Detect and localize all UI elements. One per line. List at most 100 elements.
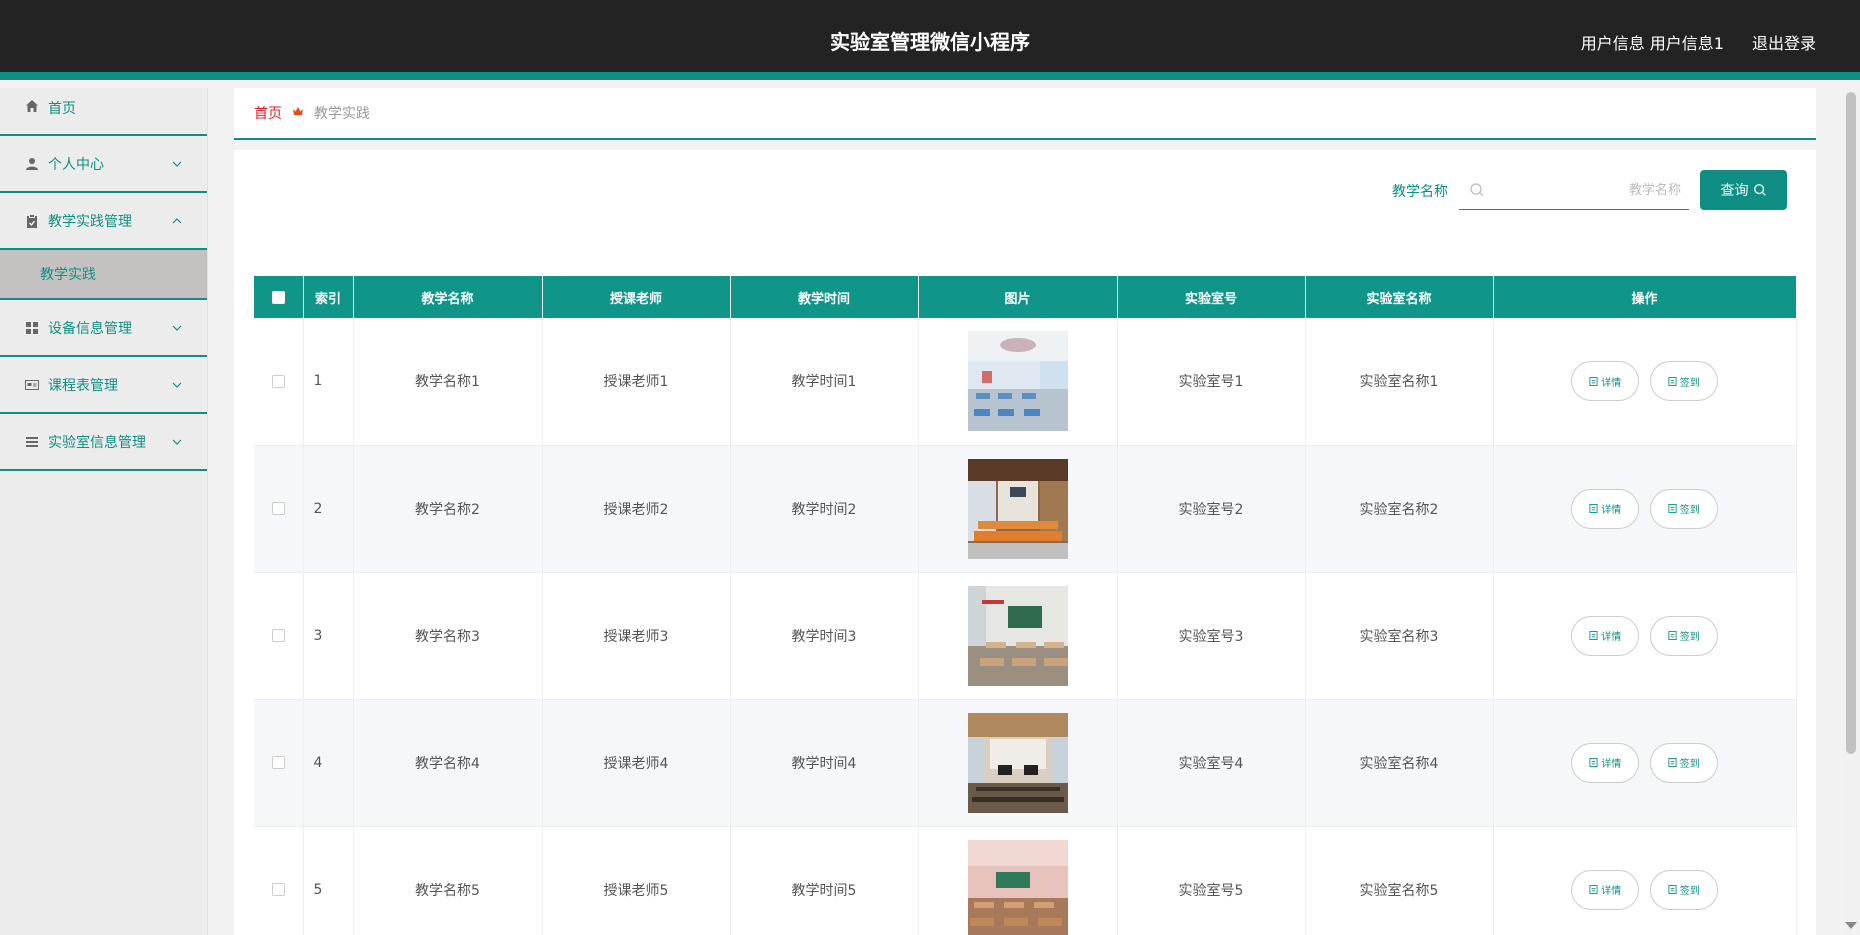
signin-button-label: 签到 [1679,505,1700,516]
search-label: 教学名称 [1392,184,1448,200]
signin-button-label: 签到 [1679,377,1700,389]
classroom-image [967,331,1068,432]
signin-button[interactable]: 签到 [1649,615,1718,656]
query-button[interactable]: 查询 [1700,170,1787,210]
row-checkbox[interactable] [271,502,285,515]
user-info[interactable]: 用户信息 用户信息1 [1581,30,1724,54]
sidebar-item-lab-info-mgmt[interactable]: 实验室信息管理 [0,414,207,471]
signin-button[interactable]: 签到 [1649,869,1718,910]
sidebar-item-teaching-practice-mgmt[interactable]: 教学实践管理 [0,193,207,250]
detail-button-label: 详情 [1601,505,1622,516]
signin-button[interactable]: 签到 [1649,488,1718,529]
sidebar-item-schedule-mgmt[interactable]: 课程表管理 [0,357,207,414]
cell-teacher: 授课老师3 [542,572,731,700]
signin-button-label: 签到 [1679,759,1700,770]
sidebar: 首页 个人中心 教学实践管理 教学实践 设备信息管理 课程表管理 实验室信息管理 [0,88,208,935]
signin-button-label: 签到 [1679,632,1700,643]
select-all-checkbox[interactable] [271,290,285,304]
sidebar-item-label: 个人中心 [48,156,104,173]
document-icon [1589,631,1598,640]
chevron-down-icon [172,161,182,167]
chevron-down-icon [172,325,182,331]
sidebar-item-home[interactable]: 首页 [0,88,207,136]
row-index: 4 [303,699,354,827]
scrollbar-thumb[interactable] [1846,92,1856,754]
classroom-image [967,585,1068,686]
clipboard-icon [24,213,40,229]
document-icon [1668,631,1677,640]
detail-button[interactable]: 详情 [1571,742,1640,783]
detail-button-label: 详情 [1601,632,1622,643]
home-icon [24,98,40,114]
row-checkbox[interactable] [271,883,285,896]
top-header: 实验室管理微信小程序 用户信息 用户信息1 退出登录 [0,0,1860,80]
chevron-down-icon [172,439,182,445]
document-icon [1668,885,1677,894]
row-checkbox[interactable] [271,756,285,769]
search-field[interactable] [1459,170,1689,210]
cell-lab-no: 实验室号4 [1117,699,1306,827]
user-icon [24,156,40,172]
search-icon [1753,184,1766,196]
sidebar-item-label: 课程表管理 [48,377,118,394]
cell-time: 教学时间4 [730,699,919,827]
sidebar-item-personal-center[interactable]: 个人中心 [0,136,207,193]
cell-lab-name: 实验室名称3 [1305,572,1494,700]
signin-button[interactable]: 签到 [1649,742,1718,783]
cell-name: 教学名称5 [353,826,543,935]
cell-teacher: 授课老师2 [542,445,731,573]
column-header: 教学名称 [353,276,543,318]
sidebar-subitem-teaching-practice[interactable]: 教学实践 [0,250,207,300]
classroom-image [967,458,1068,559]
cell-lab-no: 实验室号5 [1117,826,1306,935]
table-row: 4 教学名称4 授课老师4 教学时间4 实验室号4 实验室名称4 详情 签到 [254,699,1797,827]
cell-lab-name: 实验室名称1 [1305,318,1494,446]
breadcrumb-current: 教学实践 [314,106,370,122]
search-input[interactable] [1491,178,1681,202]
vertical-scrollbar[interactable] [1842,88,1860,935]
document-icon [1589,504,1598,513]
row-index: 5 [303,826,354,935]
select-all-cell[interactable] [254,276,304,318]
row-checkbox[interactable] [271,629,285,642]
cell-time: 教学时间5 [730,826,919,935]
detail-button[interactable]: 详情 [1571,615,1640,656]
cell-lab-name: 实验室名称2 [1305,445,1494,573]
scroll-down-arrow-icon[interactable] [1845,922,1857,929]
list-icon [24,434,40,450]
signin-button-label: 签到 [1679,886,1700,897]
cell-lab-no: 实验室号2 [1117,445,1306,573]
cell-teacher: 授课老师5 [542,826,731,935]
detail-button-label: 详情 [1601,377,1622,389]
chevron-up-icon [172,217,182,223]
grid-icon [24,320,40,336]
detail-button-label: 详情 [1601,886,1622,897]
detail-button[interactable]: 详情 [1571,361,1640,402]
document-icon [1668,758,1677,767]
table-header-row: 索引 教学名称 授课老师 教学时间 图片 实验室号 实验室名称 操作 [254,276,1797,318]
cell-time: 教学时间3 [730,572,919,700]
signin-button[interactable]: 签到 [1649,361,1718,402]
column-header: 索引 [303,276,354,318]
cell-name: 教学名称3 [353,572,543,700]
sidebar-item-equipment-mgmt[interactable]: 设备信息管理 [0,300,207,357]
column-header: 实验室号 [1117,276,1306,318]
cell-lab-name: 实验室名称4 [1305,699,1494,827]
sidebar-item-label: 教学实践管理 [48,213,132,230]
detail-button[interactable]: 详情 [1571,488,1640,529]
breadcrumb-home[interactable]: 首页 [254,103,282,123]
table-row: 1 教学名称1 授课老师1 教学时间1 实验室号1 实验室名称1 详情 签到 [254,318,1797,446]
cell-teacher: 授课老师4 [542,699,731,827]
column-header: 操作 [1493,276,1797,318]
logout-link[interactable]: 退出登录 [1752,30,1816,54]
data-table: 索引 教学名称 授课老师 教学时间 图片 实验室号 实验室名称 操作 1 教学名… [254,276,1797,935]
cell-time: 教学时间1 [730,318,919,446]
cell-time: 教学时间2 [730,445,919,573]
column-header: 授课老师 [542,276,731,318]
sidebar-item-label: 设备信息管理 [48,320,132,337]
table-row: 5 教学名称5 授课老师5 教学时间5 实验室号5 实验室名称5 详情 签到 [254,826,1797,935]
detail-button[interactable]: 详情 [1571,869,1640,910]
document-icon [1589,885,1598,894]
query-button-label: 查询 [1720,183,1749,199]
row-checkbox[interactable] [271,374,285,388]
